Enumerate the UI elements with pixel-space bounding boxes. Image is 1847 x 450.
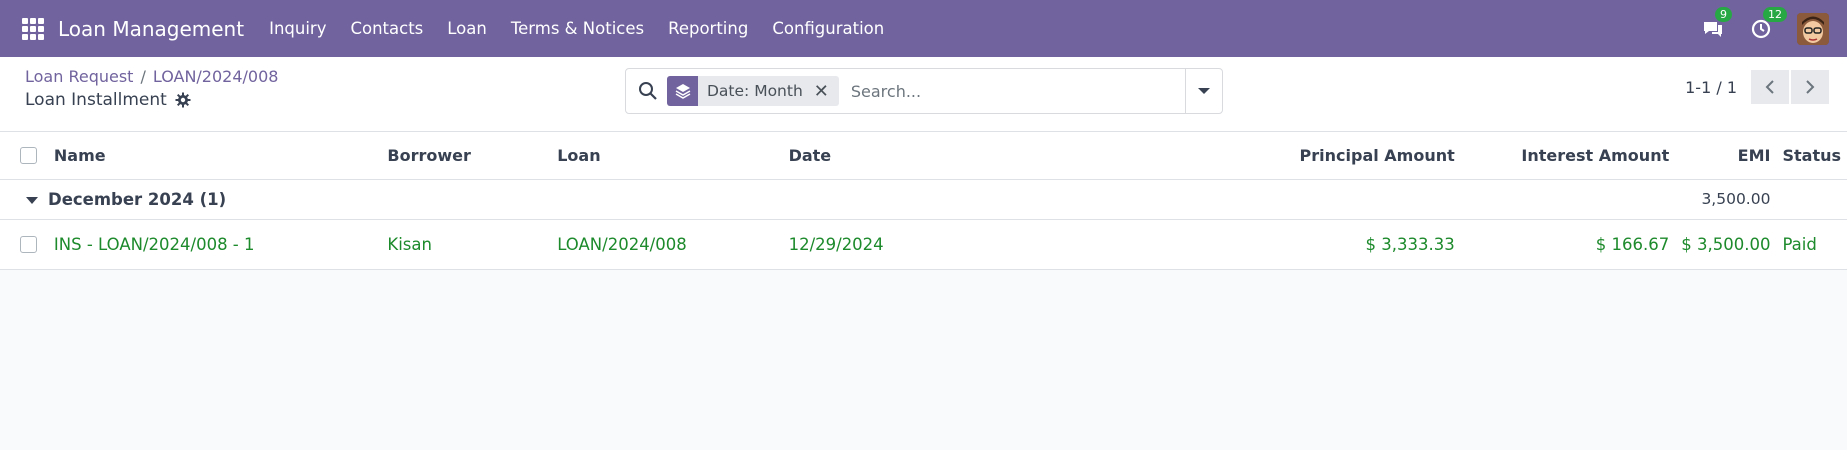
clock-icon[interactable]: 12	[1749, 6, 1787, 41]
apps-grid-icon[interactable]	[22, 17, 44, 40]
caret-down-icon	[1198, 88, 1210, 94]
facet-label: Date: Month	[707, 82, 803, 100]
table-row[interactable]: INS - LOAN/2024/008 - 1 Kisan LOAN/2024/…	[0, 219, 1847, 269]
search-icon[interactable]	[637, 80, 659, 102]
group-label: December 2024 (1)	[48, 189, 227, 209]
cell-name[interactable]: INS - LOAN/2024/008 - 1	[48, 219, 381, 269]
column-header-interest-amount[interactable]: Interest Amount	[1461, 132, 1675, 179]
navbar-systray: 9 12	[1701, 0, 1847, 57]
menu-loan[interactable]: Loan	[435, 19, 499, 38]
pager-value[interactable]: 1-1 / 1	[1685, 78, 1737, 97]
breadcrumb-loan-request[interactable]: Loan Request	[25, 67, 133, 86]
pager-previous-button[interactable]	[1751, 70, 1789, 104]
row-checkbox[interactable]	[20, 235, 37, 253]
breadcrumb-loan-record[interactable]: LOAN/2024/008	[153, 67, 279, 86]
column-header-loan[interactable]: Loan	[551, 132, 782, 179]
cell-principal-amount[interactable]: $ 3,333.33	[1221, 219, 1461, 269]
cell-loan[interactable]: LOAN/2024/008	[551, 219, 782, 269]
user-avatar[interactable]	[1797, 12, 1829, 45]
page-title-row: Loan Installment	[25, 90, 191, 110]
cell-emi[interactable]: $ 3,500.00	[1675, 219, 1776, 269]
menu-reporting[interactable]: Reporting	[656, 19, 760, 38]
select-all-checkbox[interactable]	[20, 146, 37, 164]
facet-remove-icon[interactable]: ✕	[812, 76, 839, 106]
messages-badge: 9	[1715, 6, 1732, 22]
pager-next-button[interactable]	[1791, 70, 1829, 104]
select-all-cell	[0, 132, 48, 179]
pager: 1-1 / 1	[1685, 70, 1829, 104]
cell-date[interactable]: 12/29/2024	[783, 219, 1221, 269]
search-facet-group-by: Date: Month ✕	[667, 76, 839, 106]
chevron-left-icon	[1765, 80, 1774, 94]
chevron-right-icon	[1806, 80, 1815, 94]
control-panel: Loan Request / LOAN/2024/008 Loan Installm…	[0, 57, 1847, 132]
gear-icon[interactable]	[175, 92, 191, 108]
menu-configuration[interactable]: Configuration	[760, 19, 896, 38]
breadcrumb: Loan Request / LOAN/2024/008	[25, 67, 278, 86]
chat-icon[interactable]: 9	[1701, 6, 1732, 41]
cell-borrower[interactable]: Kisan	[381, 219, 551, 269]
installment-list: Name Borrower Loan Date Principal Amount…	[0, 132, 1847, 270]
breadcrumb-separator: /	[140, 67, 146, 86]
menu-contacts[interactable]: Contacts	[338, 19, 435, 38]
top-navbar: Loan Management Inquiry Contacts Loan Te…	[0, 0, 1847, 57]
menu-inquiry[interactable]: Inquiry	[257, 19, 338, 38]
search-input[interactable]	[848, 80, 1183, 102]
row-select-cell	[0, 219, 48, 269]
app-brand[interactable]: Loan Management	[58, 17, 244, 41]
layers-icon	[667, 76, 698, 106]
column-header-name[interactable]: Name	[48, 132, 381, 179]
search-bar: Date: Month ✕	[625, 68, 1223, 114]
menu-terms-notices[interactable]: Terms & Notices	[499, 19, 656, 38]
column-header-status[interactable]: Status	[1776, 132, 1847, 179]
column-header-borrower[interactable]: Borrower	[381, 132, 551, 179]
page-title: Loan Installment	[25, 90, 167, 110]
cell-status[interactable]: Paid	[1776, 219, 1847, 269]
caret-down-icon	[26, 196, 38, 204]
activities-badge: 12	[1763, 6, 1787, 22]
column-header-emi[interactable]: EMI	[1675, 132, 1776, 179]
group-emi-total: 3,500.00	[1701, 190, 1771, 208]
search-options-toggle[interactable]	[1185, 69, 1222, 113]
column-header-date[interactable]: Date	[783, 132, 1221, 179]
group-row[interactable]: December 2024 (1) 3,500.00	[0, 179, 1847, 219]
column-header-principal-amount[interactable]: Principal Amount	[1221, 132, 1461, 179]
list-header-row: Name Borrower Loan Date Principal Amount…	[0, 132, 1847, 179]
cell-interest-amount[interactable]: $ 166.67	[1461, 219, 1675, 269]
